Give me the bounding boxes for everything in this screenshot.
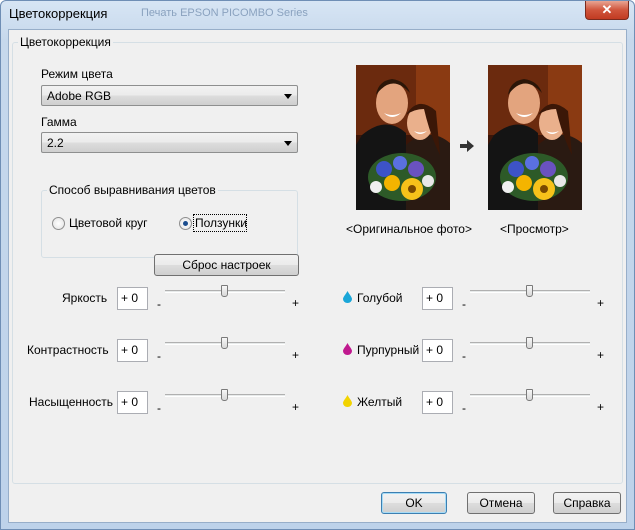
cyan-plus-mark: +: [597, 296, 605, 310]
arrow-right-icon: [460, 140, 474, 152]
color-wheel-label[interactable]: Цветовой круг: [69, 216, 148, 230]
brightness-slider-thumb[interactable]: [221, 285, 228, 297]
magenta-label: Пурпурный: [357, 343, 420, 357]
color-mode-select[interactable]: Adobe RGB: [41, 85, 298, 106]
brightness-plus-mark: +: [292, 296, 300, 310]
contrast-minus-mark: -: [157, 349, 161, 363]
sliders-radio[interactable]: [179, 217, 192, 230]
cyan-slider-thumb[interactable]: [526, 285, 533, 297]
saturation-plus-mark: +: [292, 400, 300, 414]
color-correction-group: Цветокоррекция Режим цвета Adobe RGB Гам…: [12, 35, 623, 484]
ok-button[interactable]: OK: [381, 492, 447, 514]
brightness-label: Яркость: [62, 291, 108, 305]
color-mode-value: Adobe RGB: [47, 89, 112, 103]
alignment-method-group: Способ выравнивания цветов Цветовой круг…: [41, 183, 298, 258]
magenta-plus-mark: +: [597, 348, 605, 362]
preview-photo-caption: <Просмотр>: [500, 222, 569, 236]
yellow-minus-mark: -: [462, 401, 466, 415]
help-button[interactable]: Справка: [553, 492, 621, 514]
dialog-body: Цветокоррекция Режим цвета Adobe RGB Гам…: [8, 29, 627, 523]
close-button[interactable]: ✕: [585, 1, 629, 20]
cyan-label: Голубой: [357, 291, 403, 305]
magenta-minus-mark: -: [462, 349, 466, 363]
contrast-value-field[interactable]: + 0: [117, 339, 148, 362]
chevron-down-icon: [284, 141, 292, 146]
gamma-value: 2.2: [47, 136, 64, 150]
saturation-minus-mark: -: [157, 401, 161, 415]
title-bar[interactable]: Цветокоррекция Печать EPSON PICOMBO Seri…: [1, 1, 634, 29]
original-photo: [356, 65, 450, 210]
gamma-select[interactable]: 2.2: [41, 132, 298, 153]
color-mode-label: Режим цвета: [41, 67, 113, 81]
contrast-label: Контрастность: [27, 343, 109, 357]
sliders-label[interactable]: Ползунки: [195, 216, 247, 230]
group-title: Цветокоррекция: [18, 35, 113, 49]
contrast-plus-mark: +: [292, 348, 300, 362]
yellow-drop-icon: [343, 395, 352, 407]
preview-photo: [488, 65, 582, 210]
cyan-drop-icon: [343, 291, 352, 303]
yellow-value-field[interactable]: + 0: [422, 391, 453, 414]
yellow-plus-mark: +: [597, 400, 605, 414]
yellow-label: Желтый: [357, 395, 403, 409]
brightness-minus-mark: -: [157, 297, 161, 311]
original-photo-caption: <Оригинальное фото>: [346, 222, 472, 236]
gamma-label: Гамма: [41, 115, 77, 129]
yellow-slider-thumb[interactable]: [526, 389, 533, 401]
saturation-label: Насыщенность: [29, 395, 114, 409]
cancel-button[interactable]: Отмена: [467, 492, 535, 514]
magenta-drop-icon: [343, 343, 352, 355]
cyan-minus-mark: -: [462, 297, 466, 311]
contrast-slider-thumb[interactable]: [221, 337, 228, 349]
window-title: Цветокоррекция: [9, 6, 108, 21]
reset-settings-button[interactable]: Сброс настроек: [154, 254, 299, 276]
background-window-title: Печать EPSON PICOMBO Series: [141, 7, 308, 19]
color-correction-dialog: Цветокоррекция Печать EPSON PICOMBO Seri…: [0, 0, 635, 530]
alignment-method-title: Способ выравнивания цветов: [47, 183, 218, 197]
magenta-slider-thumb[interactable]: [526, 337, 533, 349]
chevron-down-icon: [284, 94, 292, 99]
close-icon: ✕: [601, 2, 613, 17]
brightness-value-field[interactable]: + 0: [117, 287, 148, 310]
saturation-slider-thumb[interactable]: [221, 389, 228, 401]
color-wheel-radio[interactable]: [52, 217, 65, 230]
saturation-value-field[interactable]: + 0: [117, 391, 148, 414]
magenta-value-field[interactable]: + 0: [422, 339, 453, 362]
cyan-value-field[interactable]: + 0: [422, 287, 453, 310]
